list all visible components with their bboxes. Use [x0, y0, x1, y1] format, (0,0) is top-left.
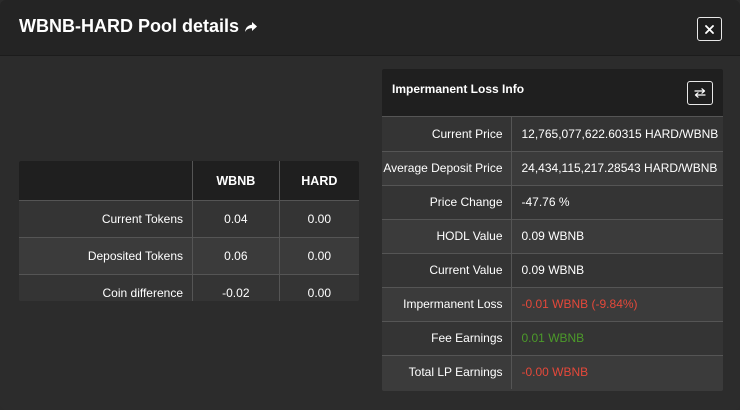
- current-price-value: 12,765,077,622.60315 HARD/WBNB: [511, 117, 723, 152]
- row-label: Deposited Tokens: [19, 237, 193, 275]
- table-row: Current Price 12,765,077,622.60315 HARD/…: [382, 117, 723, 152]
- average-deposit-price-label: Average Deposit Price: [382, 151, 512, 186]
- swap-icon: [694, 88, 706, 98]
- close-icon: [705, 24, 714, 34]
- current-value-label: Current Value: [382, 253, 512, 288]
- table-row: Average Deposit Price 24,434,115,217.285…: [382, 151, 723, 186]
- table-row: Fee Earnings 0.01 WBNB: [382, 321, 723, 356]
- hodl-value-label: HODL Value: [382, 219, 512, 254]
- hard-value: 0.00: [278, 200, 359, 238]
- swap-button[interactable]: [687, 81, 713, 105]
- price-change-label: Price Change: [382, 185, 512, 220]
- hard-value: 0.00: [278, 237, 359, 275]
- current-price-label: Current Price: [382, 117, 512, 152]
- impermanent-loss-label: Impermanent Loss: [382, 287, 512, 322]
- table-row: Current Value 0.09 WBNB: [382, 253, 723, 288]
- modal-title-group: WBNB-HARD Pool details: [19, 16, 258, 37]
- tokens-header-hard: HARD: [278, 161, 359, 201]
- hodl-value-value: 0.09 WBNB: [511, 219, 723, 254]
- table-row: Price Change -47.76 %: [382, 185, 723, 220]
- wbnb-value: -0.02: [192, 274, 280, 301]
- row-label: Current Tokens: [19, 200, 193, 238]
- fee-earnings-value: 0.01 WBNB: [511, 321, 723, 356]
- table-row: Current Tokens 0.04 0.00: [19, 200, 359, 238]
- tokens-card: WBNB HARD Current Tokens 0.04 0.00 Depos…: [19, 161, 359, 301]
- price-change-value: -47.76 %: [511, 185, 723, 220]
- table-row: Coin difference -0.02 0.00: [19, 274, 359, 301]
- table-row: Impermanent Loss -0.01 WBNB (-9.84%): [382, 287, 723, 322]
- tokens-header-wbnb: WBNB: [192, 161, 280, 201]
- average-deposit-price-value: 24,434,115,217.28543 HARD/WBNB: [511, 151, 723, 186]
- table-row: HODL Value 0.09 WBNB: [382, 219, 723, 254]
- current-value-value: 0.09 WBNB: [511, 253, 723, 288]
- impermanent-loss-title: Impermanent Loss Info: [392, 82, 525, 96]
- modal-header: WBNB-HARD Pool details: [0, 0, 740, 56]
- close-button[interactable]: [697, 17, 722, 41]
- total-lp-earnings-label: Total LP Earnings: [382, 355, 512, 389]
- hard-value: 0.00: [278, 274, 359, 301]
- wbnb-value: 0.06: [192, 237, 280, 275]
- modal-title: WBNB-HARD Pool details: [19, 16, 239, 36]
- tokens-header-blank: [19, 161, 193, 201]
- table-row: Total LP Earnings -0.00 WBNB: [382, 355, 723, 389]
- tokens-header-row: WBNB HARD: [19, 161, 359, 201]
- impermanent-loss-value: -0.01 WBNB (-9.84%): [511, 287, 723, 322]
- pool-details-modal: WBNB-HARD Pool details WBNB HARD Current…: [0, 0, 740, 410]
- impermanent-loss-table: Current Price 12,765,077,622.60315 HARD/…: [382, 117, 723, 389]
- impermanent-loss-card: Impermanent Loss Info Current Price 12,7…: [382, 69, 723, 391]
- share-icon[interactable]: [244, 21, 258, 33]
- row-label: Coin difference: [19, 274, 193, 301]
- table-row: Deposited Tokens 0.06 0.00: [19, 237, 359, 275]
- total-lp-earnings-value: -0.00 WBNB: [521, 365, 589, 380]
- tokens-table: WBNB HARD Current Tokens 0.04 0.00 Depos…: [19, 161, 359, 301]
- impermanent-loss-header: Impermanent Loss Info: [382, 69, 723, 117]
- fee-earnings-label: Fee Earnings: [382, 321, 512, 356]
- wbnb-value: 0.04: [192, 200, 280, 238]
